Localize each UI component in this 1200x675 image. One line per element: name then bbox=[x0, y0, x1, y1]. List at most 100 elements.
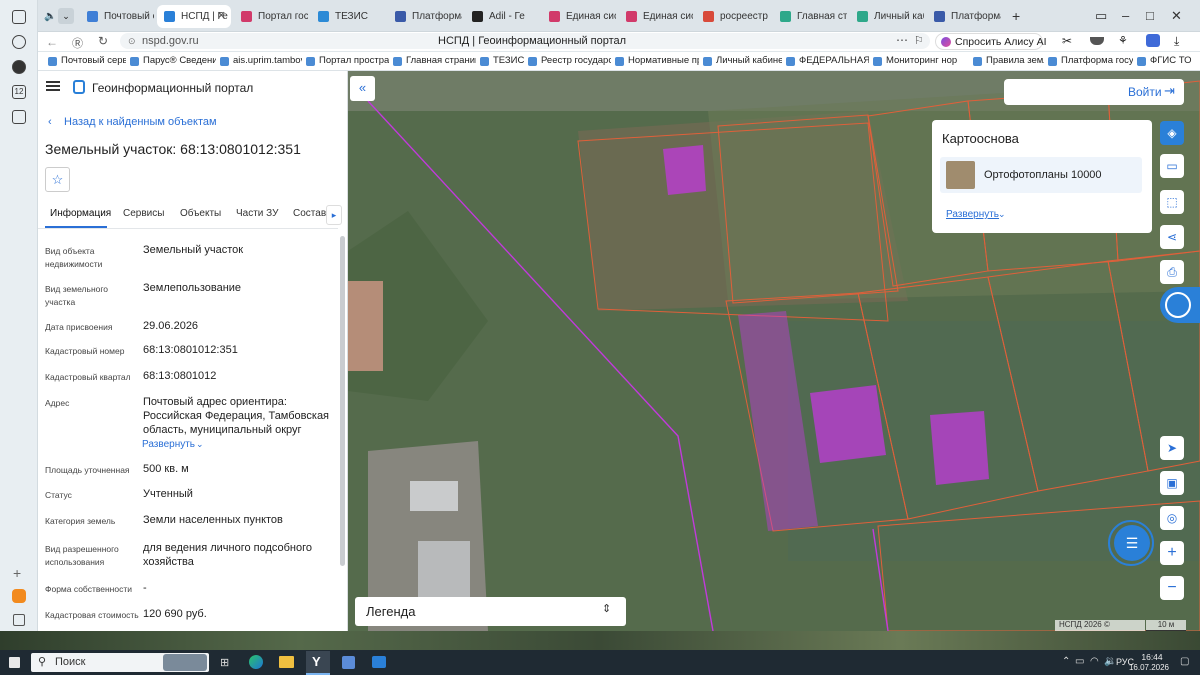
panel-tab[interactable]: Сервисы bbox=[123, 208, 164, 219]
audio-icon[interactable]: 🔈 bbox=[44, 11, 56, 22]
task-view-icon[interactable]: ⊞ bbox=[220, 656, 229, 669]
collapse-panel-button[interactable]: « bbox=[350, 76, 375, 101]
edge-icon[interactable] bbox=[249, 655, 263, 669]
download-icon[interactable]: ⤓ bbox=[1174, 34, 1179, 49]
bookmark-item[interactable]: Почтовый сервер bbox=[48, 55, 126, 66]
store-icon[interactable] bbox=[342, 656, 355, 669]
back-chevron-icon[interactable]: ‹ bbox=[48, 116, 52, 128]
minimize-icon[interactable]: – bbox=[1122, 8, 1129, 23]
bookmark-item[interactable]: Нормативные пр bbox=[615, 55, 699, 66]
reader-icon[interactable] bbox=[12, 10, 26, 24]
notifications-icon[interactable]: ▢ bbox=[1180, 656, 1189, 667]
alice-button[interactable]: Спросить Алису AI bbox=[935, 33, 1047, 50]
share-icon[interactable]: ⋖ bbox=[1160, 225, 1184, 249]
tab-menu-chevron-icon[interactable]: ⌄ bbox=[58, 8, 74, 24]
reload-icon[interactable]: ↻ bbox=[98, 34, 108, 48]
new-tab-icon[interactable]: + bbox=[1012, 8, 1020, 24]
url-text[interactable]: nspd.gov.ru bbox=[142, 35, 199, 47]
assistant-tab[interactable] bbox=[1160, 287, 1200, 323]
play-icon[interactable] bbox=[12, 60, 26, 74]
extension-3-icon[interactable] bbox=[1146, 34, 1160, 47]
basemap-expand-link[interactable]: Развернуть bbox=[946, 209, 999, 220]
calendar-badge[interactable]: 12 bbox=[12, 85, 26, 99]
ruler-icon[interactable]: ▭ bbox=[1160, 154, 1184, 178]
panel-tab[interactable]: Объекты bbox=[180, 208, 221, 219]
explorer-icon[interactable] bbox=[279, 656, 294, 668]
add-panel-icon[interactable]: + bbox=[13, 565, 21, 581]
address-expand-link[interactable]: Развернуть bbox=[142, 439, 195, 450]
layout-icon[interactable] bbox=[13, 614, 25, 626]
bookmark-item[interactable]: Мониторинг нор bbox=[873, 55, 969, 66]
close-window-icon[interactable]: ✕ bbox=[1171, 8, 1182, 24]
browser-tab[interactable]: Платформа bbox=[388, 5, 462, 28]
taskbar-search[interactable]: ⚲ Поиск bbox=[31, 653, 209, 672]
panel-tab[interactable]: Части ЗУ bbox=[236, 208, 278, 219]
basemap-expand-chevron-icon[interactable]: ⌄ bbox=[998, 209, 1006, 220]
browser-tab[interactable]: Единая сист bbox=[542, 5, 616, 28]
bookmark-item[interactable]: Главная страниц bbox=[393, 55, 476, 66]
panel-scrollbar[interactable] bbox=[340, 236, 345, 566]
chat-icon[interactable]: ☰ bbox=[1114, 525, 1150, 561]
browser-tab[interactable]: НСПД | Ге ✕ bbox=[157, 5, 231, 28]
bookmark-item[interactable]: ais.uprim.tambov bbox=[220, 55, 302, 66]
mail-icon[interactable] bbox=[372, 656, 386, 668]
bookmark-item[interactable]: Реестр государст bbox=[528, 55, 611, 66]
browser-tab[interactable]: Платформа bbox=[927, 5, 1001, 28]
browser-tab[interactable]: ТЕЗИС bbox=[311, 5, 385, 28]
browser-tab[interactable]: Adil - Ге bbox=[465, 5, 539, 28]
select-area-icon[interactable]: ⬚ bbox=[1160, 190, 1184, 214]
more-icon[interactable]: ⋯ bbox=[896, 33, 908, 47]
downloads-icon[interactable]: ▭ bbox=[1095, 8, 1107, 24]
wifi-icon[interactable]: ◠ bbox=[1090, 656, 1099, 667]
locate-icon[interactable]: ➤ bbox=[1160, 436, 1184, 460]
panel-tab[interactable]: Состав bbox=[293, 208, 326, 219]
back-icon[interactable]: ← bbox=[46, 35, 58, 49]
tabs-scroll-right-icon[interactable]: ▸ bbox=[326, 205, 342, 225]
browser-tab[interactable]: Портал госу bbox=[234, 5, 308, 28]
zoom-out-icon[interactable]: − bbox=[1160, 576, 1184, 600]
bookmark-item[interactable]: Портал простран bbox=[306, 55, 389, 66]
print-icon[interactable]: ⎙ bbox=[1160, 260, 1184, 284]
bookmark-item[interactable]: ТЕЗИС bbox=[480, 55, 524, 66]
browser-tab[interactable]: Главная стр bbox=[773, 5, 847, 28]
browser-tab[interactable]: Личный каб bbox=[850, 5, 924, 28]
bookmark-item[interactable]: ФГИС ТО bbox=[1137, 55, 1197, 66]
apps-icon[interactable] bbox=[12, 110, 26, 124]
info-value: 68:13:0801012:351 bbox=[143, 344, 238, 356]
bookmark-item[interactable]: ФЕДЕРАЛЬНАЯ bbox=[786, 55, 869, 66]
clock-date[interactable]: 16.07.2026 bbox=[1127, 663, 1171, 672]
back-to-results-link[interactable]: Назад к найденным объектам bbox=[64, 116, 217, 128]
extension-2-icon[interactable]: ⚘ bbox=[1118, 34, 1128, 47]
network-icon[interactable]: ▭ bbox=[1075, 656, 1084, 667]
bookmark-item[interactable]: Правила землеп bbox=[973, 55, 1044, 66]
menu-icon[interactable] bbox=[46, 81, 60, 91]
close-tab-icon[interactable]: ✕ bbox=[217, 5, 226, 28]
bookmark-item[interactable]: Платформа госуд bbox=[1048, 55, 1133, 66]
layers-icon[interactable]: ◈ bbox=[1160, 121, 1184, 145]
basemap-item[interactable]: Ортофотопланы 10000 bbox=[940, 157, 1142, 193]
tools-icon[interactable]: ✂ bbox=[1062, 34, 1072, 48]
bookmark-icon[interactable]: ⚐ bbox=[914, 34, 924, 47]
minimap-icon[interactable]: ▣ bbox=[1160, 471, 1184, 495]
volume-icon[interactable]: 🔉 bbox=[1104, 656, 1116, 667]
protect-icon[interactable]: Ⓡ bbox=[72, 35, 83, 51]
bookmark-item[interactable]: Парус® Сведени bbox=[130, 55, 216, 66]
browser-tab[interactable]: росреестр – bbox=[696, 5, 770, 28]
zoom-in-icon[interactable]: + bbox=[1160, 541, 1184, 565]
expand-chevron-icon[interactable]: ⌄ bbox=[196, 439, 204, 450]
bookmark-item[interactable]: Личный кабинет bbox=[703, 55, 782, 66]
windows-start-icon[interactable] bbox=[9, 657, 20, 668]
geo-pin-icon[interactable]: ◎ bbox=[1160, 506, 1184, 530]
tray-chevron-icon[interactable]: ⌃ bbox=[1062, 656, 1070, 667]
browser-tab[interactable]: Почтовый се bbox=[80, 5, 154, 28]
login-button[interactable]: Войти ⇥ bbox=[1004, 79, 1184, 105]
favorite-star-icon[interactable]: ☆ bbox=[45, 167, 70, 192]
panel-tab[interactable]: Информация bbox=[50, 208, 111, 219]
clock-time[interactable]: 16:44 bbox=[1136, 652, 1168, 662]
maximize-icon[interactable]: □ bbox=[1146, 8, 1154, 23]
legend-dropdown[interactable]: Легенда ⇕ bbox=[355, 597, 626, 626]
history-icon[interactable] bbox=[12, 35, 26, 49]
browser-tab[interactable]: Единая сист bbox=[619, 5, 693, 28]
yandex-browser-taskbar[interactable]: Y bbox=[306, 651, 330, 675]
mail-app-icon[interactable] bbox=[12, 589, 26, 603]
